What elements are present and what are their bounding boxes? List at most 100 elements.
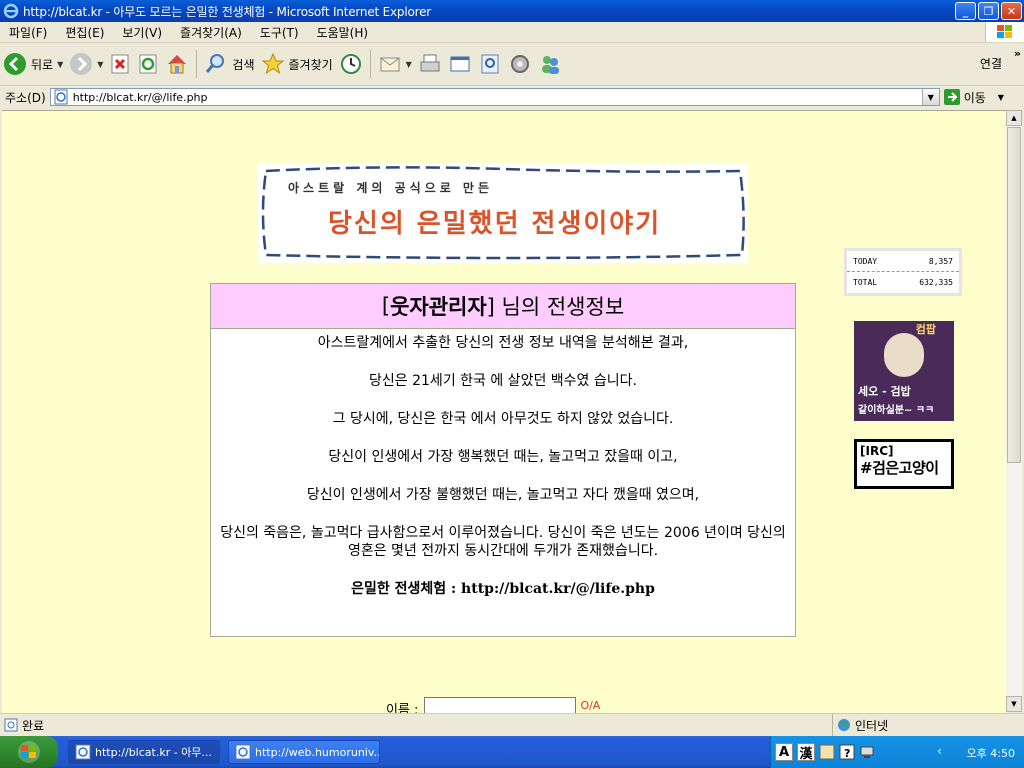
favorites-label: 즐겨찾기 [288, 57, 333, 72]
user-name: 웃자관리자 [390, 295, 487, 319]
irc-banner[interactable]: [IRC] #검은고양이 [854, 439, 954, 489]
windows-logo-icon [18, 741, 40, 763]
character-image [884, 333, 924, 377]
stop-button[interactable] [106, 46, 134, 82]
taskbar-item-blcat[interactable]: http://blcat.kr - 아무... [68, 740, 220, 764]
name-input[interactable] [424, 697, 577, 713]
ime-hanja-icon[interactable]: 漢 [797, 743, 815, 762]
back-dropdown-icon[interactable]: ▼ [57, 60, 63, 69]
status-text: 완료 [22, 718, 45, 733]
monitor-icon[interactable] [859, 744, 875, 760]
header-suffix: ] 님의 전생정보 [486, 295, 625, 319]
toolbar-separator [196, 50, 198, 78]
address-url[interactable]: http://blcat.kr/@/life.php [73, 91, 208, 104]
taskbar-item-humoruniv[interactable]: http://web.humoruniv... [228, 740, 380, 764]
total-value: 632,335 [919, 277, 953, 287]
ad-banner[interactable]: 컴팝 세오 - 검밥 같이하실분~ ㅋㅋ [854, 321, 954, 421]
ime-pad-icon[interactable] [819, 744, 835, 760]
security-zone: 인터넷 [832, 714, 888, 736]
info-line: 아스트랄계에서 추출한 당신의 전생 정보 내역을 분석해본 결과, [317, 335, 689, 351]
minimize-button[interactable]: _ [955, 2, 976, 20]
window-controls: _ ❐ ✕ [955, 2, 1022, 20]
today-value: 8,357 [928, 256, 953, 266]
go-dropdown-icon[interactable]: ▼ [998, 93, 1004, 102]
info-line: 당신의 죽음은, 놀고먹다 급사함으로서 이루어졌습니다. 당신이 죽은 년도는… [220, 525, 786, 559]
back-label: 뒤로 [31, 57, 54, 72]
task-label: http://blcat.kr - 아무... [95, 746, 212, 759]
ime-mode-icon[interactable]: A [775, 743, 793, 761]
refresh-button[interactable] [134, 46, 162, 82]
search-button[interactable]: 검색 [201, 46, 257, 82]
standard-toolbar: 뒤로 ▼ ▼ 검색 즐겨찾기 ▼ 연결 » [0, 43, 1024, 86]
header-bracket-open: [ [381, 294, 391, 318]
edit-icon [450, 56, 470, 72]
page-icon [54, 89, 68, 105]
menu-help[interactable]: 도움말(H) [308, 24, 378, 41]
tray-expand-icon[interactable]: ‹ [937, 744, 942, 758]
menu-favorites[interactable]: 즐겨찾기(A) [171, 24, 251, 41]
ad-line1: 세오 - 검밥 [858, 385, 911, 398]
links-label[interactable]: 연결 [980, 55, 1002, 72]
window-title: http://blcat.kr - 아무도 모르는 은밀한 전생체험 - Mic… [23, 4, 431, 19]
mail-dropdown-icon[interactable]: ▼ [406, 60, 412, 69]
name-hint: O/A [580, 699, 601, 712]
forward-dropdown-icon[interactable]: ▼ [97, 60, 103, 69]
edit-button[interactable] [445, 46, 475, 82]
menu-edit[interactable]: 편집(E) [56, 24, 113, 41]
go-button[interactable]: 이동 ▼ [943, 89, 1004, 106]
ie-icon [75, 744, 91, 760]
counter-total: TOTAL 632,335 [847, 272, 959, 292]
back-button[interactable]: 뒤로 ▼ [0, 46, 66, 82]
system-tray: A 漢 ? ‹ 오후 4:50 [770, 736, 1024, 768]
menu-file[interactable]: 파일(F) [0, 24, 56, 41]
mail-icon [380, 57, 400, 72]
info-line: 당신이 인생에서 가장 행복했던 때는, 놀고먹고 잤을때 이고, [328, 449, 678, 465]
footer-label: 은밀한 전생체험 [351, 581, 447, 597]
history-button[interactable] [336, 46, 366, 82]
window-titlebar: http://blcat.kr - 아무도 모르는 은밀한 전생체험 - Mic… [0, 0, 1024, 22]
scroll-up-icon[interactable]: ▲ [1006, 110, 1022, 126]
mail-button[interactable]: ▼ [375, 46, 415, 82]
messenger-button[interactable] [505, 46, 535, 82]
menu-view[interactable]: 보기(V) [113, 24, 171, 41]
irc-tag: [IRC] [860, 444, 894, 458]
page-banner: 아스트랄 계의 공식으로 만든 당신의 은밀했던 전생이야기 [258, 163, 748, 263]
today-label: TODAY [853, 256, 878, 266]
close-button[interactable]: ✕ [1001, 2, 1022, 20]
address-input[interactable]: http://blcat.kr/@/life.php ▼ [49, 88, 940, 106]
info-line: 그 당시에, 당신은 한국 에서 아무것도 하지 않았 었습니다. [332, 411, 674, 427]
restore-button[interactable]: ❐ [978, 2, 999, 20]
home-icon [168, 55, 187, 74]
forward-button[interactable]: ▼ [66, 46, 106, 82]
scroll-down-icon[interactable]: ▼ [1006, 696, 1022, 712]
stop-icon [111, 54, 129, 74]
info-footer: 은밀한 전생체험 : http://blcat.kr/@/life.php [211, 578, 795, 598]
search-icon [206, 54, 225, 73]
home-button[interactable] [162, 46, 192, 82]
ad-line2: 같이하실분~ ㅋㅋ [858, 405, 935, 416]
favorites-button[interactable]: 즐겨찾기 [258, 46, 336, 82]
info-header: [ 웃자관리자 ] 님의 전생정보 [211, 284, 795, 329]
info-body: 아스트랄계에서 추출한 당신의 전생 정보 내역을 분석해본 결과, 당신은 2… [211, 334, 795, 598]
menu-tools[interactable]: 도구(T) [251, 24, 308, 41]
people-icon [541, 56, 559, 74]
vertical-scrollbar[interactable]: ▲ ▼ [1006, 110, 1022, 712]
address-label: 주소(D) [5, 90, 46, 105]
name-input-row: 이름 : O/A [386, 697, 601, 713]
page-done-icon [4, 718, 18, 732]
people-button[interactable] [535, 46, 565, 82]
irc-channel: #검은고양이 [860, 459, 939, 477]
start-button[interactable] [0, 736, 58, 768]
menu-bar: 파일(F) 편집(E) 보기(V) 즐겨찾기(A) 도구(T) 도움말(H) [0, 22, 1024, 43]
svg-text:?: ? [844, 747, 850, 760]
address-dropdown-icon[interactable]: ▼ [921, 89, 939, 105]
links-chevron-icon[interactable]: » [1014, 47, 1021, 60]
scroll-thumb[interactable] [1007, 127, 1021, 463]
printer-icon [420, 54, 440, 72]
help-icon[interactable]: ? [839, 744, 855, 760]
clock[interactable]: 오후 4:50 [967, 745, 1015, 761]
print-button[interactable] [415, 46, 445, 82]
refresh-icon [139, 54, 157, 74]
research-button[interactable] [475, 46, 505, 82]
counter-today: TODAY 8,357 [847, 251, 959, 272]
